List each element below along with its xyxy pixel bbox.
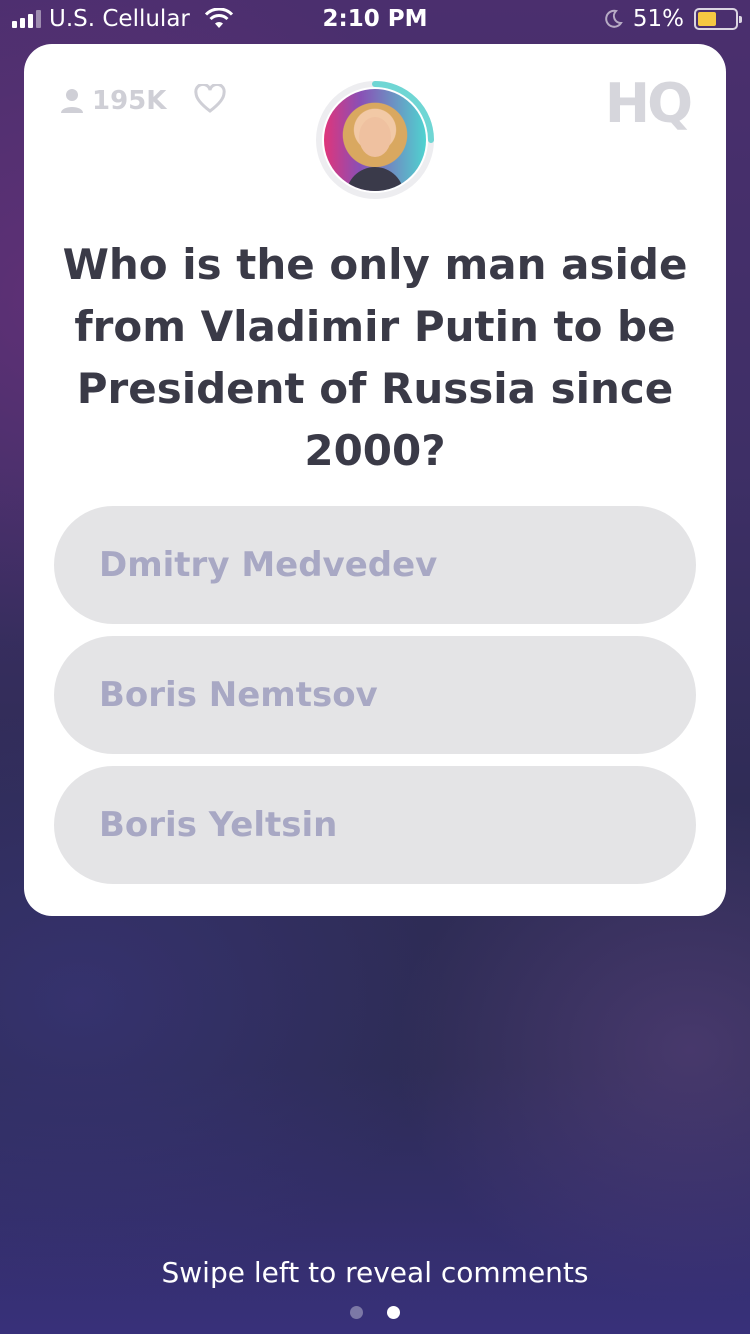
swipe-hint: Swipe left to reveal comments (161, 1256, 589, 1289)
battery-icon (694, 8, 742, 30)
page-dot-2[interactable] (387, 1306, 400, 1319)
battery-level (698, 12, 717, 26)
host-avatar (315, 80, 435, 200)
page-indicator[interactable] (0, 1306, 750, 1319)
viewer-count: 195K (60, 86, 166, 116)
host-photo (324, 89, 426, 191)
status-right: 51% (603, 6, 742, 32)
battery-percent: 51% (632, 6, 684, 32)
question-text: Who is the only man aside from Vladimir … (62, 240, 688, 475)
status-bar: U.S. Cellular 2:10 PM 51% (0, 0, 750, 40)
answer-label: Boris Yeltsin (99, 805, 338, 845)
answer-option-2[interactable]: Boris Nemtsov (54, 636, 696, 754)
person-icon (61, 89, 83, 113)
answer-label: Boris Nemtsov (99, 675, 378, 715)
question-card: 195K HQ Who is the only man aside from V… (24, 44, 726, 916)
heart-icon[interactable] (194, 84, 226, 114)
answer-list: Dmitry Medvedev Boris Nemtsov Boris Yelt… (54, 506, 696, 896)
answer-option-3[interactable]: Boris Yeltsin (54, 766, 696, 884)
viewer-count-label: 195K (92, 86, 167, 116)
hq-logo: HQ (604, 72, 693, 135)
answer-option-1[interactable]: Dmitry Medvedev (54, 506, 696, 624)
page-dot-1[interactable] (350, 1306, 363, 1319)
moon-icon (605, 9, 623, 28)
answer-label: Dmitry Medvedev (99, 545, 438, 585)
